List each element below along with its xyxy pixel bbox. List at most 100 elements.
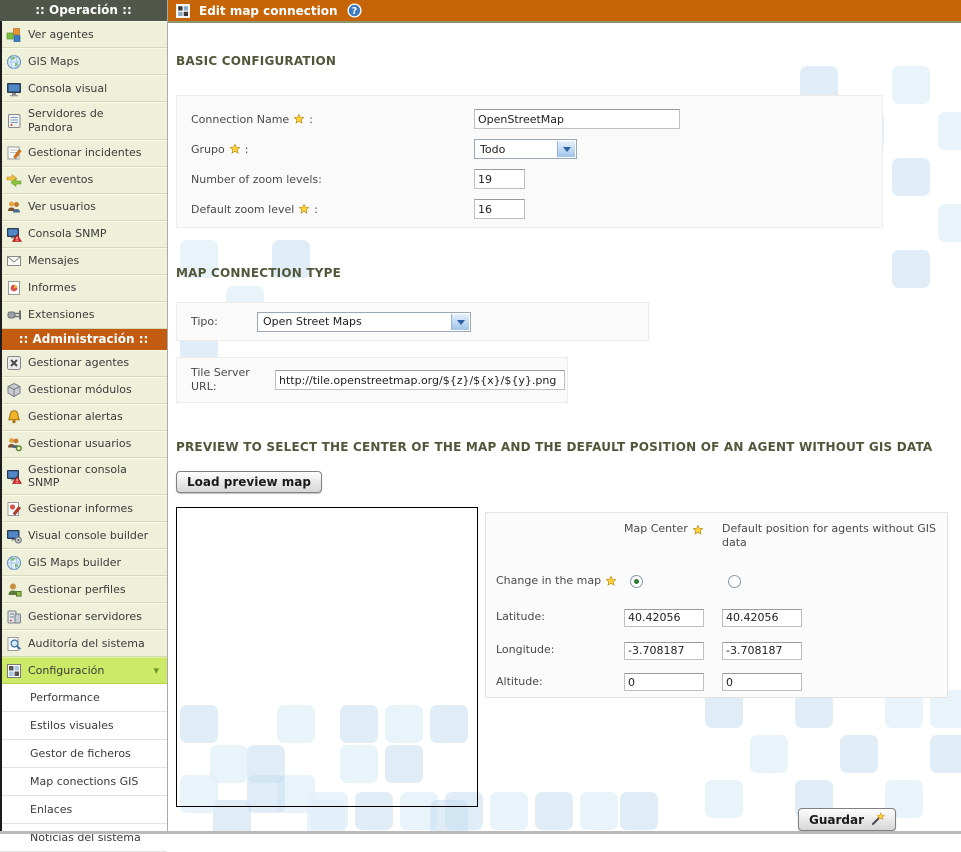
sidebar-subitem-noticias-del-sistema[interactable]: Noticias del sistema (0, 824, 167, 852)
grupo-row: Grupo : Todo (177, 134, 882, 164)
sidebar-item-label: GIS Maps builder (28, 556, 121, 570)
connection-name-input[interactable] (474, 109, 680, 129)
magic-wand-icon (870, 812, 885, 827)
sidebar-item-gestionar-perfiles[interactable]: Gestionar perfiles (0, 576, 167, 603)
sidebar-item-auditoría-del-sistema[interactable]: Auditoría del sistema (0, 630, 167, 657)
grupo-select-value: Todo (480, 143, 505, 156)
required-star-icon (693, 525, 703, 535)
default-position-altitude-input[interactable] (722, 673, 802, 691)
sidebar-item-servidores-de-pandora[interactable]: Servidores de Pandora (0, 102, 167, 140)
position-table: Map Center Default position for agents w… (485, 512, 948, 698)
sidebar-subitem-gestor-de-ficheros[interactable]: Gestor de ficheros (0, 740, 167, 768)
globe-icon (6, 555, 22, 571)
sidebar-item-gestionar-consola-snmp[interactable]: Gestionar consola SNMP (0, 458, 167, 496)
sidebar-subitem-enlaces[interactable]: Enlaces (0, 796, 167, 824)
sidebar-item-label: Gestionar servidores (28, 610, 142, 624)
agents-cubes-icon (6, 27, 22, 43)
mail-icon (6, 253, 22, 269)
change-in-map-label: Change in the map (496, 561, 624, 601)
load-preview-map-button[interactable]: Load preview map (176, 471, 322, 493)
sidebar-item-label: Consola SNMP (28, 227, 106, 241)
sidebar-item-gestionar-alertas[interactable]: Gestionar alertas (0, 404, 167, 431)
monitor-warning-icon (6, 226, 22, 242)
sidebar-item-label: Gestionar consola SNMP (28, 463, 127, 491)
sidebar-item-gestionar-informes[interactable]: Gestionar informes (0, 495, 167, 522)
window-left-edge (0, 21, 2, 831)
sidebar-item-label: Ver usuarios (28, 200, 96, 214)
users-icon (6, 199, 22, 215)
save-button[interactable]: Guardar (798, 808, 896, 831)
sidebar-item-mensajes[interactable]: Mensajes (0, 248, 167, 275)
label-colon: : (314, 203, 318, 216)
map-center-radio[interactable] (630, 575, 643, 588)
sidebar-administration-items: Gestionar agentesGestionar módulos Gestio… (0, 350, 167, 685)
window-grid-icon (176, 4, 190, 18)
sidebar-item-extensiones[interactable]: Extensiones (0, 302, 167, 329)
sidebar-item-ver-usuarios[interactable]: Ver usuarios (0, 194, 167, 221)
main-content: Edit map connection ? BASIC CONFIGURATIO… (168, 0, 961, 834)
tools-icon (6, 355, 22, 371)
sidebar-item-label: Visual console builder (28, 529, 148, 543)
page-header: Edit map connection ? (168, 0, 961, 23)
grupo-select[interactable]: Todo (474, 139, 577, 159)
sidebar-item-gestionar-incidentes[interactable]: Gestionar incidentes (0, 140, 167, 167)
map-center-column-header: Map Center (624, 513, 722, 561)
default-position-longitude-input[interactable] (722, 642, 802, 660)
default-position-radio[interactable] (728, 575, 741, 588)
label-colon: : (309, 113, 313, 126)
sidebar-operation-items: Ver agentesGIS MapsConsola visual Servido… (0, 21, 167, 329)
map-preview-box[interactable] (176, 507, 478, 807)
dropdown-arrow-icon (451, 314, 469, 330)
sidebar-administration-header: :: Administración :: (0, 329, 167, 350)
sidebar-item-ver-eventos[interactable]: Ver eventos (0, 167, 167, 194)
basic-configuration-panel: Connection Name : Grupo : Todo (176, 95, 883, 228)
sidebar-subitem-estilos-visuales[interactable]: Estilos visuales (0, 712, 167, 740)
sidebar-subitem-performance[interactable]: Performance (0, 684, 167, 712)
app-window: :: Operación :: Ver agentesGIS MapsConso… (0, 0, 961, 834)
map-center-latitude-input[interactable] (624, 609, 704, 627)
server-page-icon (6, 113, 22, 129)
map-center-longitude-input[interactable] (624, 642, 704, 660)
sidebar-item-gestionar-módulos[interactable]: Gestionar módulos (0, 377, 167, 404)
default-position-latitude-input[interactable] (722, 609, 802, 627)
sidebar: :: Operación :: Ver agentesGIS MapsConso… (0, 0, 168, 834)
tipo-label: Tipo: (191, 315, 257, 328)
sidebar-subitem-map-conections-gis[interactable]: Map conections GIS (0, 768, 167, 796)
tile-server-url-input[interactable] (275, 370, 565, 390)
latitude-label: Latitude: (496, 601, 624, 634)
sidebar-item-label: Gestionar perfiles (28, 583, 126, 597)
required-star-icon (294, 114, 304, 124)
plug-icon (6, 307, 22, 323)
default-zoom-row: Default zoom level : (177, 194, 882, 224)
sidebar-item-label: Gestionar informes (28, 502, 133, 516)
sidebar-item-gestionar-servidores[interactable]: Gestionar servidores (0, 603, 167, 630)
help-icon[interactable]: ? (347, 3, 362, 18)
sidebar-item-ver-agentes[interactable]: Ver agentes (0, 21, 167, 48)
default-position-column-header: Default position for agents without GIS … (722, 513, 947, 561)
map-center-altitude-input[interactable] (624, 673, 704, 691)
sidebar-item-consola-snmp[interactable]: Consola SNMP (0, 221, 167, 248)
sidebar-item-configuración[interactable]: Configuración▾ (0, 657, 167, 684)
sidebar-item-label: Servidores de Pandora (28, 107, 104, 135)
default-zoom-input[interactable] (474, 199, 525, 219)
basic-configuration-heading: BASIC CONFIGURATION (176, 54, 336, 68)
sidebar-item-informes[interactable]: Informes (0, 275, 167, 302)
sidebar-item-label: Gestionar alertas (28, 410, 123, 424)
sidebar-item-label: Auditoría del sistema (28, 637, 145, 651)
save-button-label: Guardar (809, 813, 864, 827)
field-label-text: Grupo (191, 143, 225, 156)
zoom-levels-input[interactable] (474, 169, 525, 189)
map-connection-type-heading: MAP CONNECTION TYPE (176, 266, 341, 280)
sidebar-item-consola-visual[interactable]: Consola visual (0, 75, 167, 102)
module-cube-icon (6, 382, 22, 398)
sidebar-item-gis-maps-builder[interactable]: GIS Maps builder (0, 549, 167, 576)
sidebar-item-gestionar-agentes[interactable]: Gestionar agentes (0, 350, 167, 377)
sidebar-item-visual-console-builder[interactable]: Visual console builder (0, 522, 167, 549)
sidebar-item-label: Mensajes (28, 254, 79, 268)
sidebar-item-label: Gestionar usuarios (28, 437, 131, 451)
sidebar-item-gis-maps[interactable]: GIS Maps (0, 48, 167, 75)
monitor-gear-icon (6, 528, 22, 544)
sidebar-item-gestionar-usuarios[interactable]: Gestionar usuarios (0, 431, 167, 458)
tipo-select[interactable]: Open Street Maps (257, 312, 471, 332)
required-star-icon (299, 204, 309, 214)
